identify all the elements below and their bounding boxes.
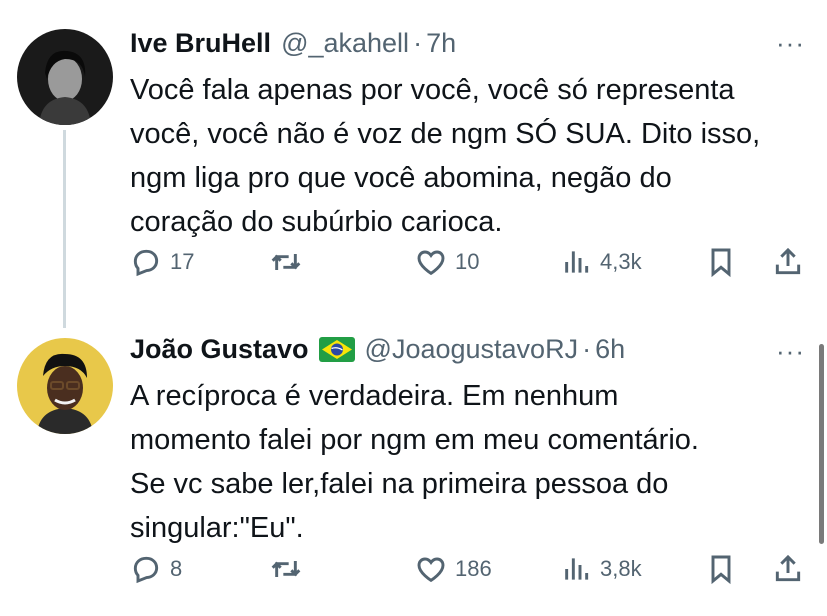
tweet-text-line: ngm liga pro que você abomina, negão do — [130, 162, 672, 194]
tweet-text-line: Você fala apenas por você, você só repre… — [130, 74, 735, 106]
retweet-button[interactable] — [270, 246, 310, 278]
tweet-text-line: A recíproca é verdadeira. Em nenhum — [130, 380, 619, 412]
like-count: 10 — [455, 249, 480, 274]
action-bar: 17 10 4,3k — [130, 246, 810, 286]
tweet-header: Ive BruHell @_akahell · 7h — [130, 28, 456, 59]
views-icon — [565, 558, 589, 580]
like-icon — [417, 557, 445, 583]
share-icon — [775, 554, 801, 582]
retweet-icon — [271, 254, 301, 270]
author-name[interactable]: Ive BruHell — [130, 28, 271, 59]
more-options-icon[interactable]: ··· — [776, 336, 805, 367]
share-button[interactable] — [772, 246, 804, 278]
bookmark-button[interactable] — [705, 246, 737, 278]
bookmark-button[interactable] — [705, 553, 737, 585]
retweet-icon — [271, 561, 301, 577]
bookmark-icon — [711, 555, 731, 585]
brazil-flag-icon — [318, 337, 355, 362]
action-bar: 8 186 3,8k — [130, 553, 810, 593]
separator-dot: · — [582, 334, 592, 364]
reply-icon — [133, 249, 159, 277]
tweet-text-line: coração do subúrbio carioca. — [130, 206, 503, 238]
like-icon — [417, 250, 445, 276]
author-name[interactable]: João Gustavo — [130, 334, 309, 365]
retweet-button[interactable] — [270, 553, 310, 585]
tweet-header: João Gustavo @JoaogustavoRJ · 6h — [130, 334, 625, 365]
tweet-text: A recíproca é verdadeira. Em nenhum mome… — [130, 374, 810, 550]
reply-button[interactable]: 17 — [130, 246, 194, 278]
reply-button[interactable]: 8 — [130, 553, 182, 585]
like-button[interactable]: 10 — [415, 246, 479, 278]
author-handle[interactable]: @_akahell — [281, 28, 409, 59]
scrollbar[interactable] — [819, 344, 824, 544]
author-handle[interactable]: @JoaogustavoRJ — [365, 334, 579, 365]
tweet[interactable]: João Gustavo @JoaogustavoRJ · 6h ··· A r… — [0, 322, 827, 616]
tweet[interactable]: Ive BruHell @_akahell · 7h ··· Você fala… — [0, 0, 827, 300]
views-button[interactable]: 4,3k — [560, 246, 642, 278]
avatar[interactable] — [17, 338, 113, 434]
share-icon — [775, 247, 801, 275]
avatar[interactable] — [17, 29, 113, 125]
timestamp[interactable]: 7h — [426, 28, 456, 59]
views-button[interactable]: 3,8k — [560, 553, 642, 585]
timestamp[interactable]: 6h — [595, 334, 625, 365]
reply-icon — [133, 556, 159, 584]
reply-count: 8 — [170, 556, 183, 581]
tweet-text-line: momento falei por ngm em meu comentário. — [130, 424, 699, 456]
tweet-text-line: singular:"Eu". — [130, 512, 304, 544]
more-options-icon[interactable]: ··· — [776, 28, 805, 59]
bookmark-icon — [711, 248, 731, 278]
tweet-text-line: você, você não é voz de ngm SÓ SUA. Dito… — [130, 118, 761, 150]
views-count: 4,3k — [600, 249, 642, 274]
tweet-text-line: Se vc sabe ler,falei na primeira pessoa … — [130, 468, 669, 500]
views-icon — [565, 251, 589, 273]
like-button[interactable]: 186 — [415, 553, 492, 585]
tweet-text: Você fala apenas por você, você só repre… — [130, 68, 810, 244]
like-count: 186 — [455, 556, 492, 581]
reply-count: 17 — [170, 249, 195, 274]
separator-dot: · — [413, 28, 423, 58]
share-button[interactable] — [772, 553, 804, 585]
views-count: 3,8k — [600, 556, 642, 581]
